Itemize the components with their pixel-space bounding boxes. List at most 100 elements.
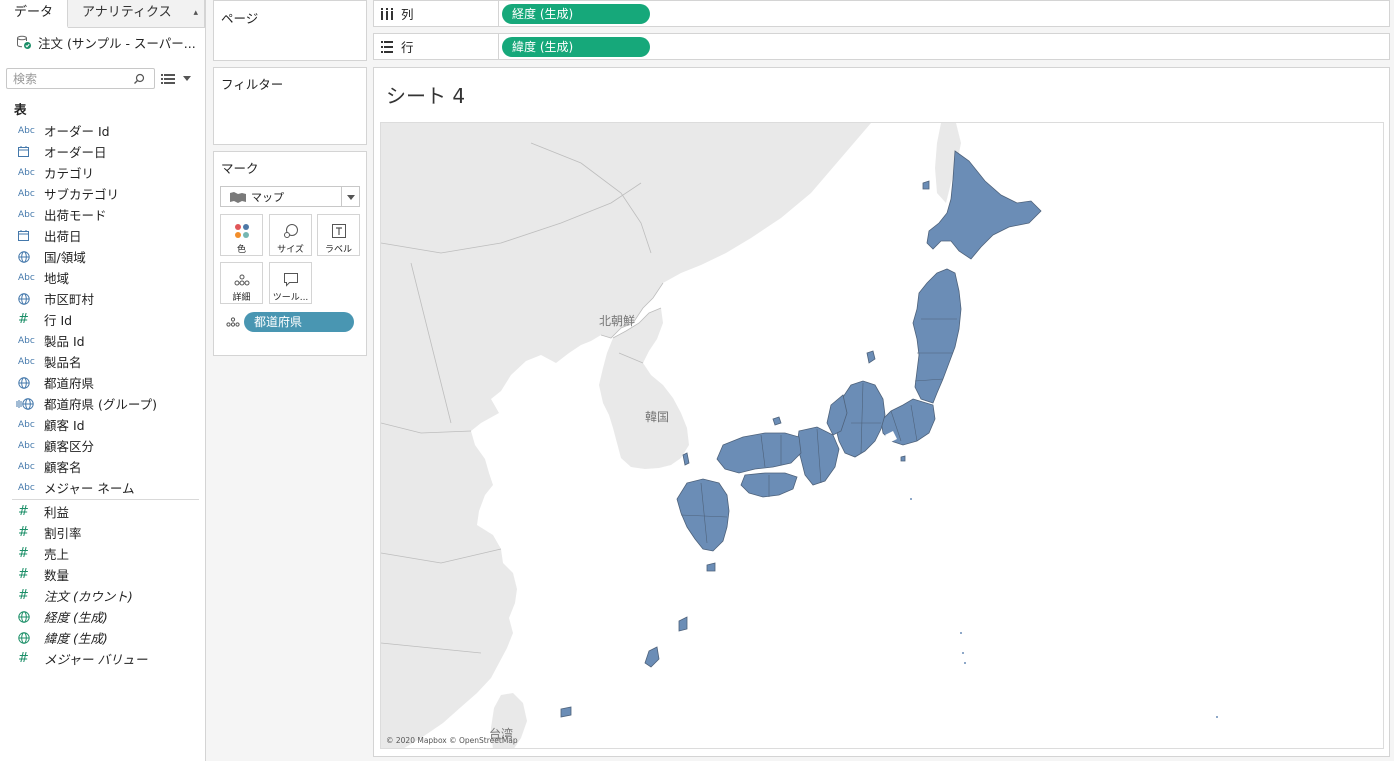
marks-card: マーク マップ 色 サイズ ラベル 詳細 ツール... 都道府県: [213, 151, 367, 356]
chevron-down-icon[interactable]: [183, 76, 191, 81]
field-item[interactable]: 都道府県: [0, 372, 205, 393]
table-header: 表: [14, 102, 27, 117]
mark-type-dropdown[interactable]: マップ: [220, 186, 360, 207]
string-type-icon: Abc: [18, 461, 35, 472]
field-name: 緯度 (生成): [44, 631, 108, 646]
string-type-icon: Abc: [18, 356, 35, 367]
pages-title: ページ: [221, 11, 259, 26]
field-item[interactable]: # 割引率: [0, 522, 205, 543]
rows-shelf: 行 緯度 (生成): [373, 33, 1390, 60]
label-button[interactable]: ラベル: [317, 214, 360, 256]
datasource-name: 注文 (サンプル - スーパー...: [38, 35, 196, 51]
number-type-icon: #: [18, 588, 29, 603]
field-item[interactable]: # 行 Id: [0, 309, 205, 330]
sheet-title[interactable]: シート 4: [386, 80, 465, 109]
search-icon[interactable]: [133, 73, 145, 85]
mark-type-label: マップ: [251, 190, 284, 204]
tab-data[interactable]: データ: [0, 0, 69, 28]
map-label-south-korea: 韓国: [645, 410, 669, 424]
number-type-icon: #: [18, 504, 29, 519]
field-item[interactable]: 緯度 (生成): [0, 627, 205, 648]
field-item[interactable]: Abc 顧客名: [0, 456, 205, 477]
columns-pill-longitude[interactable]: 経度 (生成): [502, 3, 650, 24]
calendar-icon: [0, 230, 44, 241]
field-item[interactable]: # 売上: [0, 543, 205, 564]
field-item[interactable]: # 注文 (カウント): [0, 585, 205, 606]
field-item[interactable]: # 利益: [0, 501, 205, 522]
worksheet-view: シート 4 北朝鮮 韓国 台湾 © 2020 Mapbox © OpenStre…: [373, 67, 1390, 757]
string-type-icon: Abc: [18, 167, 35, 178]
field-item[interactable]: 経度 (生成): [0, 606, 205, 627]
columns-shelf: 列 経度 (生成): [373, 0, 1390, 27]
globe-icon: [0, 631, 44, 644]
field-name: オーダー日: [44, 145, 107, 160]
tooltip-button-label: ツール...: [272, 293, 309, 303]
field-name: 市区町村: [44, 292, 95, 307]
map-view[interactable]: 北朝鮮 韓国 台湾 © 2020 Mapbox © OpenStreetMap: [380, 122, 1384, 749]
field-name: 顧客名: [44, 460, 82, 475]
color-button[interactable]: 色: [220, 214, 263, 256]
field-item[interactable]: # メジャー バリュー: [0, 648, 205, 669]
search-input[interactable]: [13, 71, 133, 86]
number-type-icon: #: [18, 312, 29, 327]
field-item[interactable]: Abc カテゴリ: [0, 162, 205, 183]
field-name: 顧客 Id: [44, 418, 85, 433]
size-icon: [283, 224, 298, 238]
globe-icon: [0, 250, 44, 263]
field-item[interactable]: # 数量: [0, 564, 205, 585]
field-item[interactable]: Abc オーダー Id: [0, 120, 205, 141]
field-name: オーダー Id: [44, 124, 110, 139]
field-item[interactable]: Abc 顧客 Id: [0, 414, 205, 435]
chevron-down-icon[interactable]: [341, 187, 359, 206]
field-name: 都道府県 (グループ): [44, 397, 157, 412]
field-item[interactable]: Abc 顧客区分: [0, 435, 205, 456]
string-type-icon: Abc: [18, 482, 35, 493]
detail-icon: [226, 317, 240, 327]
field-item[interactable]: Abc サブカテゴリ: [0, 183, 205, 204]
detail-button[interactable]: 詳細: [220, 262, 263, 304]
filters-card[interactable]: フィルター: [213, 67, 367, 145]
label-button-label: ラベル: [324, 245, 352, 255]
detail-pill-prefecture[interactable]: 都道府県: [244, 312, 354, 332]
field-name: 顧客区分: [44, 439, 95, 454]
shelf-column: ページ フィルター マーク マップ 色 サイズ ラベル 詳細 ツール... 都道…: [206, 0, 372, 761]
field-name: 経度 (生成): [44, 610, 108, 625]
field-item[interactable]: 出荷日: [0, 225, 205, 246]
label-icon: [331, 224, 346, 238]
map-canvas[interactable]: 北朝鮮 韓国 台湾: [381, 123, 1384, 749]
number-type-icon: #: [18, 546, 29, 561]
columns-icon: [381, 7, 393, 20]
field-item[interactable]: Abc 製品 Id: [0, 330, 205, 351]
field-name: 行 Id: [44, 313, 73, 328]
size-button-label: サイズ: [277, 245, 304, 255]
list-view-icon[interactable]: [161, 73, 175, 85]
field-name: 都道府県: [44, 376, 95, 391]
field-item[interactable]: 都道府県 (グループ): [0, 393, 205, 414]
field-item[interactable]: 市区町村: [0, 288, 205, 309]
field-item[interactable]: Abc 製品名: [0, 351, 205, 372]
globe-icon: [0, 610, 44, 623]
tab-analytics[interactable]: アナリティクス ▴: [68, 0, 205, 28]
detail-button-label: 詳細: [232, 293, 251, 303]
field-item[interactable]: Abc 地域: [0, 267, 205, 288]
map-label-north-korea: 北朝鮮: [599, 314, 635, 328]
detail-icon: [234, 274, 249, 286]
field-item[interactable]: オーダー日: [0, 141, 205, 162]
field-name: 出荷モード: [44, 208, 107, 223]
tooltip-button[interactable]: ツール...: [269, 262, 312, 304]
size-button[interactable]: サイズ: [269, 214, 312, 256]
field-item[interactable]: 国/領域: [0, 246, 205, 267]
color-button-label: 色: [236, 245, 246, 255]
field-item[interactable]: Abc メジャー ネーム: [0, 477, 205, 498]
field-name: 出荷日: [44, 229, 82, 244]
field-item[interactable]: Abc 出荷モード: [0, 204, 205, 225]
rows-pill-latitude[interactable]: 緯度 (生成): [502, 36, 650, 57]
search-box[interactable]: [6, 68, 155, 89]
field-name: サブカテゴリ: [44, 187, 120, 202]
pages-card[interactable]: ページ: [213, 0, 367, 61]
string-type-icon: Abc: [18, 125, 35, 136]
map-attribution[interactable]: © 2020 Mapbox © OpenStreetMap: [386, 736, 518, 745]
number-type-icon: #: [18, 567, 29, 582]
field-name: 利益: [44, 505, 70, 520]
datasource-item[interactable]: 注文 (サンプル - スーパー...: [0, 28, 205, 56]
